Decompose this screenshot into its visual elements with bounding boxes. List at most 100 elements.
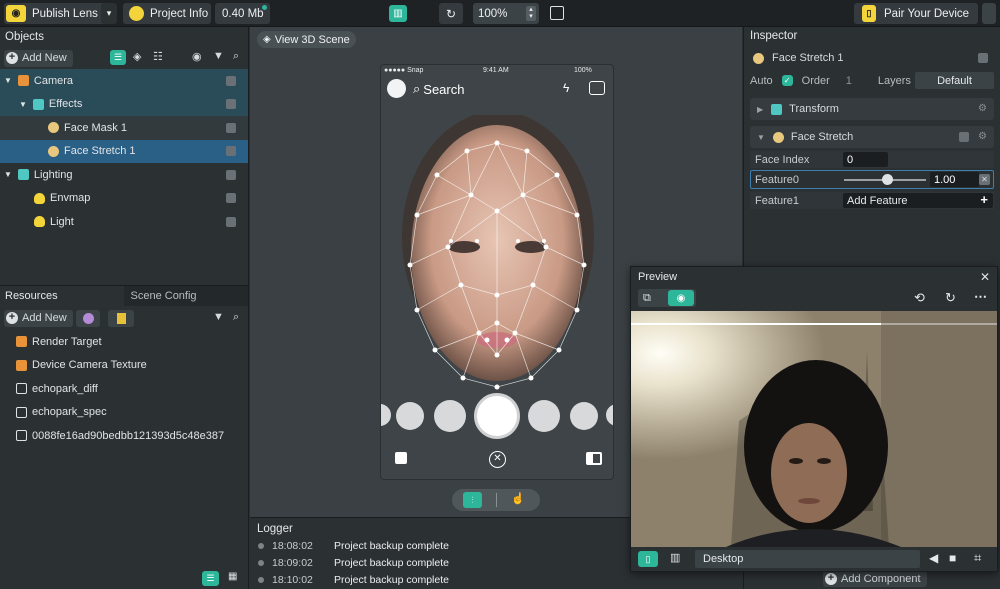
search-icon[interactable]: ⌕ [233, 50, 239, 63]
more-options-icon[interactable]: ⋯ [974, 289, 987, 305]
video-camera-icon[interactable]: ■ [949, 551, 956, 565]
visibility-eye-icon[interactable]: ◉ [192, 50, 202, 63]
phone-device-icon[interactable]: ▯ [638, 551, 658, 567]
lens-carousel-item[interactable] [606, 404, 613, 426]
layers-label: Layers [877, 74, 911, 87]
lens-carousel-item[interactable] [570, 402, 598, 430]
lens-carousel-item[interactable] [528, 400, 560, 432]
crop-icon[interactable]: ⌗ [974, 550, 981, 566]
list-view-icon[interactable]: ☰ [110, 50, 126, 65]
texture-icon[interactable] [108, 310, 134, 327]
layers-icon[interactable]: ◈ [133, 50, 141, 63]
list-view-icon[interactable]: ☰ [202, 571, 219, 586]
scene-mode-switch: ⫶ ☝ [452, 489, 540, 511]
tablet-device-icon[interactable]: ▥ [670, 551, 680, 564]
add-feature-dropdown[interactable]: Add Feature [843, 193, 993, 208]
gear-icon[interactable]: ⚙ [978, 131, 987, 142]
object-enabled-checkbox[interactable] [978, 53, 988, 63]
flip-camera-icon[interactable] [589, 81, 605, 95]
resources-add-new-button[interactable]: + Add New [4, 309, 73, 327]
enabled-checkbox[interactable] [226, 99, 236, 110]
log-message: Project backup complete [334, 540, 449, 552]
tab-scene-config[interactable]: Scene Config [123, 286, 248, 306]
project-info-button[interactable]: Project Info [123, 3, 211, 24]
device-dropdown[interactable]: Desktop [695, 550, 920, 568]
stories-icon[interactable] [586, 452, 602, 465]
enabled-checkbox[interactable] [226, 193, 236, 204]
tree-item-camera[interactable]: ▼ Camera [0, 69, 248, 93]
enabled-checkbox[interactable] [226, 122, 236, 133]
hierarchy-icon[interactable]: ☷ [153, 50, 163, 63]
resources-panel: Resources Scene Config + Add New ▼ ⌕ Ren… [0, 285, 249, 589]
publish-dropdown-button[interactable]: ▾ [101, 3, 117, 24]
tree-item-lighting[interactable]: ▼ Lighting [0, 163, 248, 187]
feature0-slider-thumb[interactable] [881, 174, 893, 185]
auto-checkbox[interactable]: ✓ [781, 75, 793, 86]
touch-icon[interactable]: ☝ [511, 492, 525, 505]
publish-lens-button[interactable]: ◉ Publish Lens [4, 3, 115, 24]
search-icon[interactable]: ⌕ [233, 311, 239, 324]
face-stretch-component-header[interactable]: ▼ Face Stretch ⚙ [750, 126, 994, 148]
resource-item-echopark-diff[interactable]: echopark_diff [0, 377, 248, 401]
restart-icon[interactable]: ↻ [945, 290, 956, 306]
view-3d-scene-button[interactable]: ◈ View 3D Scene [257, 31, 356, 48]
view-3d-scene-label: View 3D Scene [274, 33, 350, 46]
add-component-button[interactable]: + Add Component [823, 571, 927, 587]
tab-resources[interactable]: Resources [0, 286, 124, 306]
enabled-checkbox[interactable] [226, 216, 236, 227]
lens-carousel-item[interactable] [434, 400, 466, 432]
tree-item-effects[interactable]: ▼ Effects [0, 92, 248, 116]
layers-dropdown[interactable]: Default [915, 72, 994, 89]
chat-icon[interactable] [395, 452, 407, 464]
transform-component-header[interactable]: ▶ Transform ⚙ [750, 98, 994, 120]
material-icon[interactable] [76, 310, 100, 327]
reset-preview-button[interactable]: ↻ [439, 3, 463, 24]
face-index-field[interactable]: 0 [843, 152, 888, 167]
preview-mode-switch: ⧉ ◉ [638, 289, 696, 307]
close-lens-icon[interactable]: ✕ [489, 451, 506, 468]
pair-options-button[interactable] [982, 3, 996, 24]
remove-feature-icon[interactable]: ✕ [979, 174, 990, 185]
enabled-checkbox[interactable] [226, 169, 236, 180]
resource-item-echopark-spec[interactable]: echopark_spec [0, 401, 248, 425]
plus-icon: + [6, 52, 18, 64]
tree-item-light[interactable]: Light [0, 210, 248, 234]
lens-carousel-item[interactable] [381, 404, 391, 426]
objects-add-new-button[interactable]: + Add New [4, 49, 73, 67]
audio-icon[interactable]: ◀ [929, 551, 938, 565]
zoom-stepper-icon[interactable]: ▴ ▾ [526, 6, 536, 21]
gear-icon[interactable]: ⚙ [978, 103, 987, 114]
close-icon[interactable]: ✕ [980, 270, 990, 284]
resource-item-hash-image[interactable]: 0088fe16ad90bedbb121393d5c48e387 [0, 424, 248, 448]
inspector-object-name[interactable]: Face Stretch 1 [772, 52, 844, 64]
phone-search[interactable]: ⌕ Search [413, 81, 464, 97]
select-cursor-icon[interactable] [550, 6, 564, 20]
enabled-checkbox[interactable] [226, 146, 236, 157]
bitmoji-avatar[interactable] [387, 79, 406, 98]
resource-item-render-target[interactable]: Render Target [0, 330, 248, 354]
enabled-checkbox[interactable] [226, 75, 236, 86]
tree-item-face-stretch[interactable]: Face Stretch 1 [0, 139, 248, 163]
resource-item-device-camera-texture[interactable]: Device Camera Texture [0, 354, 248, 378]
split-view-icon[interactable]: ⧉ [643, 292, 651, 305]
panel-layout-icon[interactable]: ▥ [389, 5, 407, 22]
add-feature-plus-icon[interactable]: + [980, 192, 988, 207]
order-value[interactable]: 1 [846, 75, 852, 87]
filter-icon[interactable]: ▼ [213, 311, 224, 323]
zoom-field[interactable]: 100% ▴ ▾ [473, 3, 539, 24]
lens-carousel-item[interactable] [396, 402, 424, 430]
resources-add-new-label: Add New [22, 312, 67, 324]
camera-icon [17, 75, 29, 87]
tree-item-envmap[interactable]: Envmap [0, 187, 248, 211]
filter-icon[interactable]: ▼ [213, 50, 224, 62]
sliders-icon[interactable]: ⫶ [463, 492, 482, 508]
component-enabled-checkbox[interactable] [959, 132, 969, 142]
grid-view-icon[interactable]: ▦ [228, 571, 237, 582]
capture-button[interactable] [474, 393, 520, 439]
switch-camera-icon[interactable]: ⟲ [914, 290, 925, 306]
webcam-icon[interactable]: ◉ [668, 290, 694, 306]
flash-off-icon[interactable]: ϟ [563, 81, 569, 95]
pair-device-button[interactable]: ▯ Pair Your Device [854, 3, 978, 24]
tree-item-face-mask[interactable]: Face Mask 1 [0, 116, 248, 140]
feature0-value-field[interactable]: 1.00 [930, 172, 979, 187]
